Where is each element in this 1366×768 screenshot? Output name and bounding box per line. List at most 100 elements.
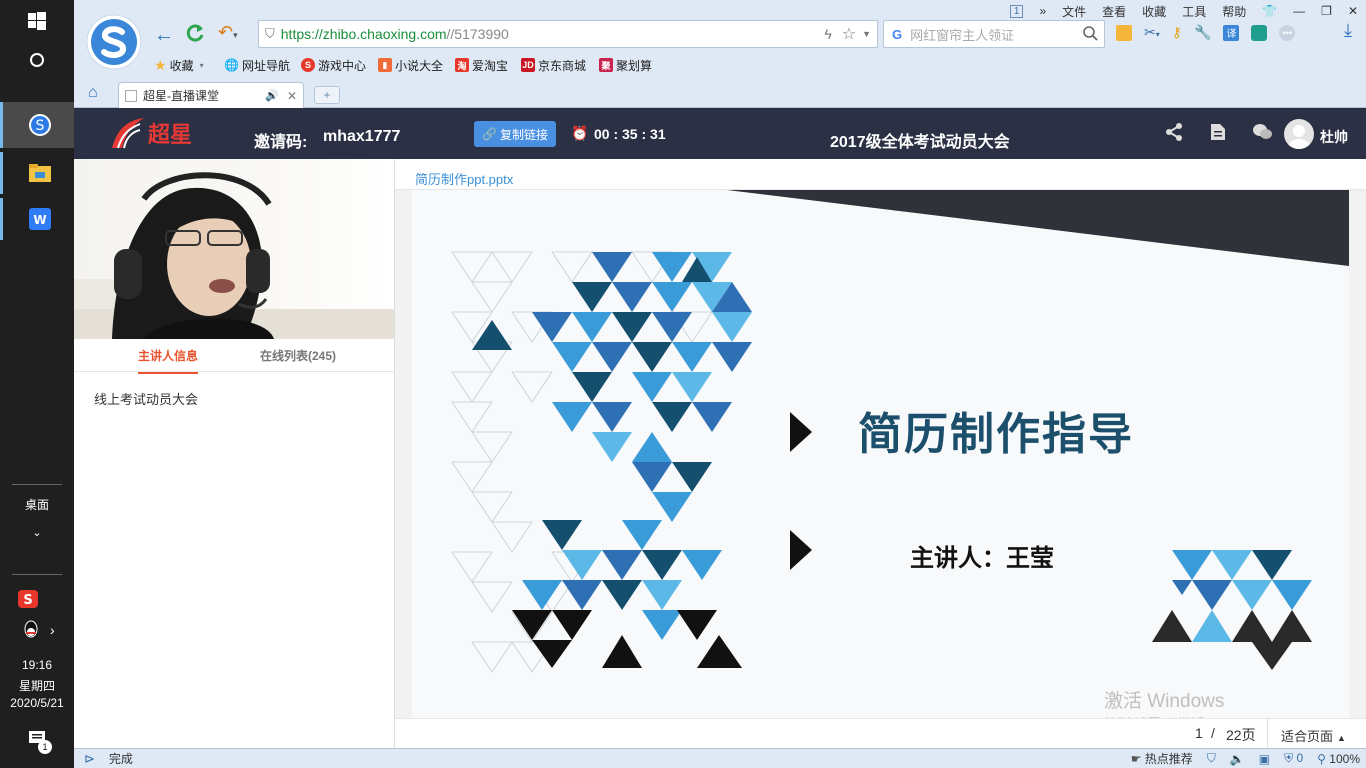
google-g-icon: G	[892, 26, 903, 42]
expand-chevron-icon[interactable]: ⌄	[0, 526, 74, 539]
bookmark-juhuasuan[interactable]: 聚聚划算	[599, 56, 652, 74]
address-bar[interactable]: ⛉ https://zhibo.chaoxing.com//5173990 ϟ …	[258, 20, 878, 48]
copy-link-button[interactable]: 🔗 复制链接	[474, 121, 556, 147]
novel-icon: ▮	[378, 58, 392, 72]
tab-chaoxing-live[interactable]: 超星-直播课堂 🔊 ✕	[118, 82, 304, 108]
tab-online-list[interactable]: 在线列表(245)	[260, 347, 336, 364]
refresh-icon[interactable]	[184, 22, 206, 47]
chaoxing-logo[interactable]: 超星	[110, 116, 192, 150]
wps-icon: W	[3, 198, 77, 240]
new-tab-button[interactable]: +	[314, 86, 340, 104]
user-name[interactable]: 杜帅	[1320, 127, 1348, 147]
home-icon[interactable]: ⌂	[88, 84, 98, 102]
clock-time[interactable]: 19:16	[0, 658, 74, 672]
sogou-input-icon[interactable]: S	[18, 590, 38, 611]
link-icon: 🔗	[482, 127, 497, 141]
key-icon[interactable]: ⚷	[1172, 24, 1182, 41]
menu-help[interactable]: 帮助	[1222, 3, 1246, 20]
bookmark-url-nav[interactable]: 🌐 网址导航	[224, 56, 290, 74]
download-icon[interactable]: ⤓	[1344, 20, 1352, 41]
adblock-icon[interactable]: ⛨ 0	[1284, 751, 1303, 766]
restore-icon[interactable]: ❐	[1321, 4, 1332, 18]
more-options-icon[interactable]: •••	[1279, 24, 1296, 41]
live-title: 2017级全体考试动员大会	[830, 134, 1010, 151]
menu-favorites[interactable]: 收藏	[1142, 3, 1166, 20]
close-window-icon[interactable]: ✕	[1348, 4, 1358, 18]
search-input[interactable]: 网红窗帘主人领证	[910, 25, 1014, 44]
menu-tools[interactable]: 工具	[1182, 3, 1206, 20]
taskbar-divider	[12, 484, 62, 485]
url-main: https://zhibo.chaoxing.com	[280, 26, 447, 42]
screenshot-icon[interactable]: ✂▾	[1144, 24, 1160, 41]
lightning-icon[interactable]: ϟ	[824, 26, 831, 42]
accelerate-icon[interactable]: ▣	[1259, 752, 1270, 766]
page-favicon-icon	[125, 89, 137, 102]
more-icon[interactable]: »	[1039, 4, 1046, 18]
fit-page-select[interactable]: 适合页面 ▲	[1281, 726, 1346, 745]
menu-file[interactable]: 文件	[1062, 3, 1086, 20]
close-icon[interactable]: ✕	[287, 89, 297, 103]
left-panel: 主讲人信息 在线列表(245) 线上考试动员大会	[74, 159, 395, 748]
bookmark-game-center[interactable]: S 游戏中心	[301, 56, 366, 74]
search-box[interactable]: G 网红窗帘主人领证	[883, 20, 1105, 48]
caret-up-icon: ▲	[1337, 733, 1346, 743]
skin-icon[interactable]: 👕	[1262, 4, 1277, 18]
globe-icon: 🌐	[224, 58, 239, 72]
undo-icon[interactable]: ↶▾	[218, 22, 238, 43]
back-icon[interactable]: ←	[154, 24, 174, 47]
bookmark-novels[interactable]: ▮ 小说大全	[378, 56, 443, 74]
shield-icon: ⛉	[265, 26, 275, 41]
tray-expand-icon[interactable]: ›	[50, 622, 55, 638]
zoom-control[interactable]: ⚲ 100%	[1317, 752, 1360, 766]
page-current[interactable]: 1	[1195, 725, 1203, 741]
address-dropdown-icon[interactable]: ▼	[862, 29, 871, 39]
host-video[interactable]	[74, 159, 394, 339]
star-icon[interactable]: ☆	[842, 24, 856, 44]
bookmark-aitaobao[interactable]: 淘爱淘宝	[455, 56, 508, 74]
translate-icon[interactable]: 译	[1223, 24, 1240, 41]
menu-view[interactable]: 查看	[1102, 3, 1126, 20]
hot-recommend[interactable]: ☛ 热点推荐	[1131, 750, 1193, 767]
minimize-icon[interactable]: —	[1293, 4, 1305, 18]
svg-text:S: S	[36, 118, 45, 134]
slide-presenter: 主讲人：王莹	[910, 545, 1054, 572]
security-shield-icon[interactable]: ⛉	[1207, 751, 1216, 766]
bookmark-jd[interactable]: JD 京东商城	[521, 56, 586, 74]
sidebar-toggle-icon[interactable]	[1116, 24, 1132, 41]
sogou-logo-icon[interactable]	[86, 14, 142, 73]
find-icon[interactable]	[1251, 24, 1268, 41]
tab-host-info[interactable]: 主讲人信息	[138, 347, 199, 374]
bookmark-favorites[interactable]: ★ 收藏 ▾	[154, 56, 204, 74]
chat-icon[interactable]	[1252, 123, 1272, 144]
document-icon[interactable]	[1210, 123, 1226, 144]
user-avatar-icon[interactable]	[1284, 119, 1314, 149]
desktop-label[interactable]: 桌面	[0, 496, 74, 513]
svg-text:W: W	[33, 213, 46, 227]
tab-divider	[74, 371, 394, 372]
file-explorer-icon	[3, 152, 77, 194]
page-num-icon[interactable]: 1	[1009, 4, 1024, 18]
url-path: //5173990	[446, 26, 509, 42]
qq-icon[interactable]	[22, 620, 40, 643]
share-icon[interactable]	[1164, 122, 1184, 145]
sidebar-collapse-icon[interactable]: ⊳	[84, 751, 95, 767]
volume-icon[interactable]: 🔈	[1230, 752, 1245, 766]
taskbar-sogou-browser[interactable]: S	[0, 102, 74, 148]
activate-windows-title: 激活 Windows	[1104, 691, 1225, 712]
notification-icon[interactable]: 1	[28, 730, 52, 754]
tab-title: 超星-直播课堂	[143, 89, 219, 103]
cortana-icon[interactable]	[0, 44, 74, 76]
slide-canvas[interactable]: 简历制作指导 主讲人：王莹	[412, 190, 1349, 718]
sogou-browser-window: 1 » 文件 查看 收藏 工具 帮助 👕 — ❐ ✕ ← ↶▾ ⛉ https:…	[74, 0, 1366, 768]
taskbar-file-explorer[interactable]	[0, 152, 74, 194]
zoom-icon: ⚲	[1317, 751, 1326, 766]
speaker-icon[interactable]: 🔊	[265, 89, 279, 102]
wrench-icon[interactable]: 🔧	[1194, 24, 1211, 41]
search-icon[interactable]	[1082, 25, 1098, 44]
windows-icon[interactable]	[0, 6, 74, 36]
taskbar-wps[interactable]: W	[0, 198, 74, 240]
juhuasuan-icon: 聚	[599, 58, 613, 72]
logo-text: 超星	[148, 122, 193, 148]
invite-code: mhax1777	[323, 128, 401, 145]
slide-filename[interactable]: 简历制作ppt.pptx	[415, 169, 513, 188]
